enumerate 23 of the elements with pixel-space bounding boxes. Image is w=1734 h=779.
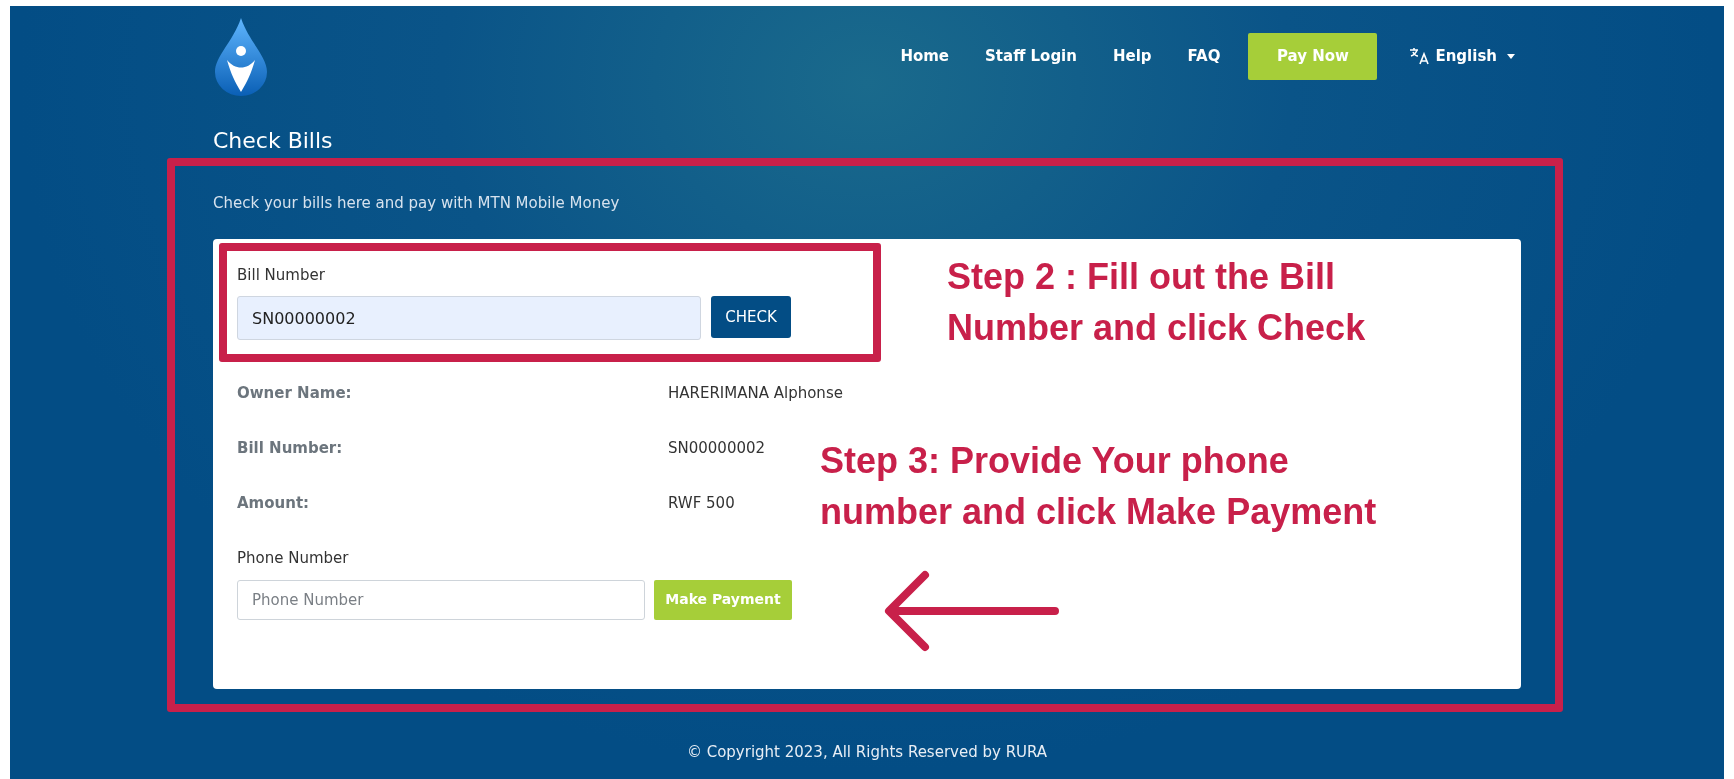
phone-number-field[interactable]: Phone Number [237, 579, 645, 620]
detail-value: SN00000002 [668, 438, 766, 460]
detail-value: RWF 500 [668, 493, 735, 515]
subtitle: Check your bills here and pay with MTN Mobile Money [213, 193, 621, 215]
caret-icon [1507, 53, 1515, 59]
detail-label: Owner Name: [237, 383, 353, 405]
translate-icon [1409, 47, 1430, 65]
detail-label: Amount: [237, 493, 311, 515]
copyright-text: © Copyright 2023, All Rights Reserved by RURA [685, 741, 1049, 763]
field-label: Phone Number [237, 548, 350, 570]
bill-number-field[interactable]: SN00000002 [237, 296, 701, 341]
language-dropdown[interactable]: English [1403, 43, 1521, 69]
nav-link[interactable]: Help [1094, 44, 1170, 68]
check-button[interactable]: CHECK [711, 296, 791, 339]
step-note: Step 3: Provide Your phone number and click Make Payment [820, 438, 1378, 534]
field-label: Bill Number [237, 264, 326, 286]
page-title: Check Bills [213, 128, 334, 155]
detail-label: Bill Number: [237, 438, 344, 460]
nav-link[interactable]: Home [882, 44, 968, 68]
step-note: Step 2 : Fill out the Bill Number and click Check [947, 254, 1367, 350]
nav-link[interactable]: Staff Login [967, 44, 1095, 68]
nav-link[interactable]: FAQ [1169, 44, 1239, 68]
detail-value: HARERIMANA Alphonse [668, 383, 843, 405]
